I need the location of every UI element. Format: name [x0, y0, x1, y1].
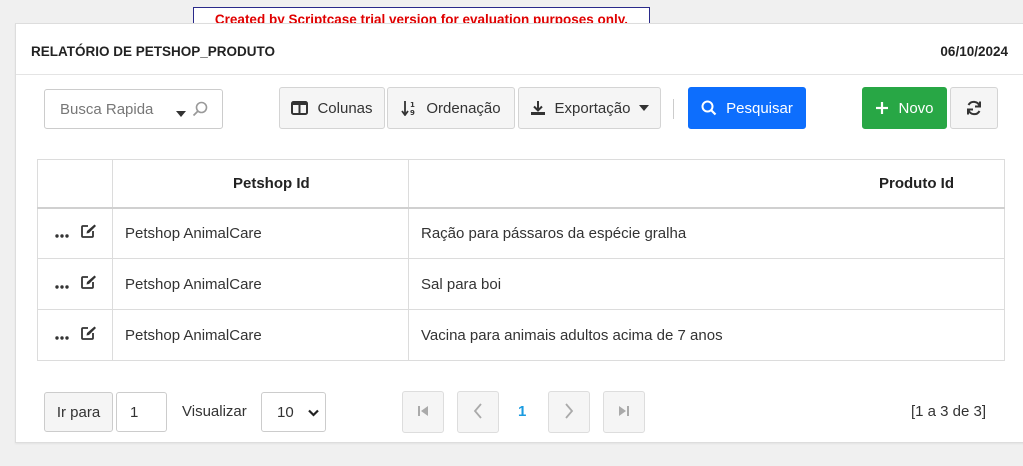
table-row: Petshop AnimalCare Sal para boi: [37, 258, 1005, 310]
svg-text:9: 9: [410, 109, 415, 116]
plus-icon: [875, 101, 889, 115]
quick-search-box[interactable]: [44, 89, 223, 129]
goto-page-input[interactable]: [130, 403, 160, 421]
first-page-button[interactable]: [402, 391, 444, 433]
previous-page-button[interactable]: [457, 391, 499, 433]
refresh-button[interactable]: [950, 87, 998, 129]
edit-icon[interactable]: [80, 274, 97, 294]
search-button-label: Pesquisar: [726, 99, 793, 117]
download-icon: [530, 100, 546, 116]
produto-cell: Sal para boi: [408, 258, 1005, 310]
petshop-cell: Petshop AnimalCare: [112, 309, 409, 361]
row-actions-cell: [37, 309, 113, 361]
search-icon[interactable]: [192, 101, 208, 120]
caret-down-icon[interactable]: [176, 105, 186, 121]
rows-per-page-label: Visualizar: [182, 403, 247, 420]
goto-page-label: Ir para: [56, 403, 101, 421]
current-page-link[interactable]: 1: [518, 403, 526, 420]
produto-cell: Ração para pássaros da espécie gralha: [408, 207, 1005, 259]
first-page-icon: [417, 404, 429, 420]
export-button[interactable]: Exportação: [518, 87, 661, 129]
sort-button[interactable]: 19 Ordenação: [387, 87, 515, 129]
new-button-label: Novo: [898, 99, 934, 117]
last-page-button[interactable]: [603, 391, 645, 433]
caret-down-icon: [639, 104, 650, 112]
report-panel: RELATÓRIO DE PETSHOP_PRODUTO 06/10/2024 …: [15, 23, 1023, 443]
petshop-cell: Petshop AnimalCare: [112, 207, 409, 259]
edit-icon[interactable]: [80, 223, 97, 243]
columns-button[interactable]: Colunas: [279, 87, 385, 129]
produto-cell: Vacina para animais adultos acima de 7 a…: [408, 309, 1005, 361]
chevron-left-icon: [473, 402, 483, 422]
last-page-icon: [618, 404, 630, 420]
export-button-label: Exportação: [554, 99, 631, 117]
goto-page-field[interactable]: [116, 392, 167, 432]
more-icon[interactable]: [55, 327, 69, 344]
new-button[interactable]: Novo: [862, 87, 947, 129]
row-actions-cell: [37, 207, 113, 259]
next-page-button[interactable]: [548, 391, 590, 433]
report-date: 06/10/2024: [940, 44, 1008, 59]
columns-icon: [291, 101, 309, 115]
actions-column-header: [37, 159, 113, 209]
more-icon[interactable]: [55, 276, 69, 293]
refresh-icon: [966, 100, 982, 116]
chevron-down-icon: [307, 404, 319, 421]
petshop-cell: Petshop AnimalCare: [112, 258, 409, 310]
toolbar-divider: [673, 99, 674, 119]
rows-per-page-select[interactable]: 10: [261, 392, 326, 432]
edit-icon[interactable]: [80, 325, 97, 345]
svg-text:1: 1: [410, 101, 415, 109]
quick-search-input[interactable]: [46, 91, 168, 127]
petshop-column-header[interactable]: Petshop Id: [112, 159, 409, 209]
report-table: Petshop Id Produto Id Petshop AnimalCare…: [37, 159, 1005, 361]
table-header-row: Petshop Id Produto Id: [37, 159, 1005, 209]
table-row: Petshop AnimalCare Ração para pássaros d…: [37, 207, 1005, 259]
rows-per-page-value: 10: [277, 403, 294, 421]
search-icon: [701, 100, 717, 116]
goto-page-button[interactable]: Ir para: [44, 392, 113, 432]
more-icon[interactable]: [55, 225, 69, 242]
table-row: Petshop AnimalCare Vacina para animais a…: [37, 309, 1005, 361]
row-actions-cell: [37, 258, 113, 310]
panel-header: RELATÓRIO DE PETSHOP_PRODUTO 06/10/2024: [16, 24, 1023, 75]
columns-button-label: Colunas: [317, 99, 373, 117]
search-button[interactable]: Pesquisar: [688, 87, 806, 129]
page-title: RELATÓRIO DE PETSHOP_PRODUTO: [31, 44, 276, 59]
sort-button-label: Ordenação: [426, 99, 501, 117]
produto-column-header[interactable]: Produto Id: [408, 159, 1005, 209]
chevron-right-icon: [564, 402, 574, 422]
sort-icon: 19: [401, 100, 417, 116]
record-range-info: [1 a 3 de 3]: [910, 403, 986, 420]
